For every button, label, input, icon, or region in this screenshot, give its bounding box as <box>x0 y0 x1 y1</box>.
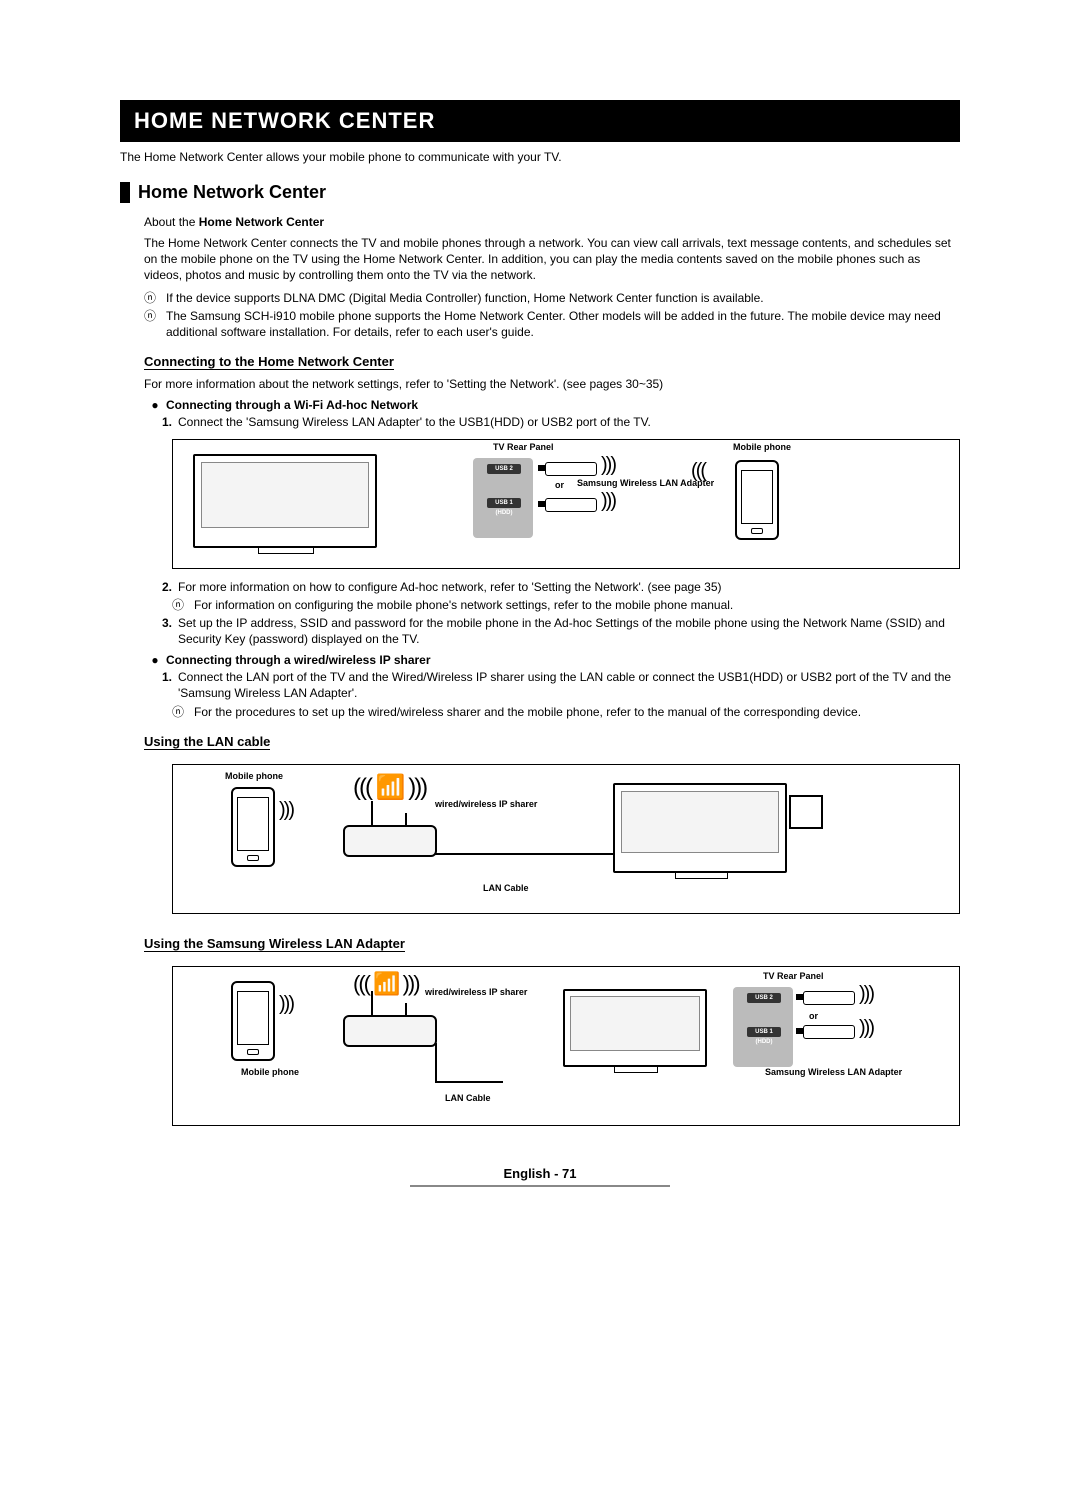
tv-icon <box>563 989 707 1067</box>
radio-waves-icon: ))) <box>859 1017 873 1040</box>
page-footer: English - 71 <box>120 1166 960 1187</box>
panel-icon: USB 2 USB 1 (HDD) <box>733 987 793 1067</box>
connecting-para: For more information about the network s… <box>144 376 960 392</box>
usb-adapter-icon <box>545 462 597 476</box>
cable-line <box>435 853 615 855</box>
radio-waves-icon: ))) <box>859 983 873 1006</box>
label-mobile-phone: Mobile phone <box>241 1067 299 1077</box>
about-paragraph: The Home Network Center connects the TV … <box>144 235 960 284</box>
page-title-bar: Home Network Center <box>120 100 960 142</box>
label-mobile-phone: Mobile phone <box>225 771 283 781</box>
diagram-lan-cable: Mobile phone ))) ((( 📶 ))) wired/wireles… <box>172 764 960 914</box>
label-or: or <box>555 480 564 490</box>
phone-icon <box>231 787 275 867</box>
antenna-waves-icon: ((( 📶 ))) <box>353 773 426 802</box>
usb-adapter-icon <box>803 1025 855 1039</box>
radio-waves-icon: ))) <box>279 993 293 1016</box>
using-adapter-heading: Using the Samsung Wireless LAN Adapter <box>144 936 405 952</box>
radio-waves-icon: ))) <box>693 460 707 483</box>
usb-adapter-icon <box>803 991 855 1005</box>
note-icon: ⓝ <box>172 597 194 613</box>
intro-text: The Home Network Center allows your mobi… <box>120 150 960 164</box>
label-or: or <box>809 1011 818 1021</box>
diagram-adhoc: TV Rear Panel USB 2 USB 1 (HDD) ))) or S… <box>172 439 960 569</box>
label-mobile-phone: Mobile phone <box>733 442 791 452</box>
note-dlna: ⓝ If the device supports DLNA DMC (Digit… <box>144 290 960 306</box>
label-lan-cable: LAN Cable <box>445 1093 491 1103</box>
sharer-step-1: 1. Connect the LAN port of the TV and th… <box>144 669 960 701</box>
bullet-adhoc: ● Connecting through a Wi-Fi Ad-hoc Netw… <box>144 398 960 412</box>
usb-adapter-icon <box>545 498 597 512</box>
note-sch-i910: ⓝ The Samsung SCH-i910 mobile phone supp… <box>144 308 960 340</box>
adhoc-step-1: 1. Connect the 'Samsung Wireless LAN Ada… <box>144 414 960 430</box>
tv-icon <box>193 454 377 548</box>
diagram-wireless-adapter: ))) Mobile phone ((( 📶 ))) wired/wireles… <box>172 966 960 1126</box>
phone-icon <box>735 460 779 540</box>
bullet-icon: ● <box>144 398 166 412</box>
connecting-heading: Connecting to the Home Network Center <box>144 354 394 370</box>
bullet-icon: ● <box>144 653 166 667</box>
radio-waves-icon: ))) <box>601 454 615 477</box>
tv-icon <box>613 783 787 873</box>
bullet-sharer: ● Connecting through a wired/wireless IP… <box>144 653 960 667</box>
adhoc-step-3: 3. Set up the IP address, SSID and passw… <box>144 615 960 647</box>
label-lan-cable: LAN Cable <box>483 883 529 893</box>
about-label: About the Home Network Center <box>144 215 960 229</box>
panel-icon: USB 2 USB 1 (HDD) <box>473 458 533 538</box>
label-tv-rear-panel: TV Rear Panel <box>763 971 824 981</box>
label-sharer: wired/wireless IP sharer <box>425 987 527 997</box>
router-icon <box>343 825 437 857</box>
note-icon: ⓝ <box>144 308 166 340</box>
section-heading: Home Network Center <box>120 182 960 203</box>
using-lan-heading: Using the LAN cable <box>144 734 270 750</box>
label-sharer: wired/wireless IP sharer <box>435 799 537 809</box>
adhoc-step-2: 2. For more information on how to config… <box>144 579 960 595</box>
note-icon: ⓝ <box>144 290 166 306</box>
antenna-waves-icon: ((( 📶 ))) <box>353 971 419 997</box>
label-tv-rear-panel: TV Rear Panel <box>493 442 554 452</box>
label-adapter: Samsung Wireless LAN Adapter <box>765 1067 902 1077</box>
adhoc-step-2-note: ⓝ For information on configuring the mob… <box>172 597 960 613</box>
manual-page: Home Network Center The Home Network Cen… <box>0 0 1080 1227</box>
note-icon: ⓝ <box>172 704 194 720</box>
phone-icon <box>231 981 275 1061</box>
radio-waves-icon: ))) <box>601 490 615 513</box>
radio-waves-icon: ))) <box>279 799 293 822</box>
sharer-note: ⓝ For the procedures to set up the wired… <box>172 704 960 720</box>
lan-port-icon <box>789 795 823 829</box>
router-icon <box>343 1015 437 1047</box>
